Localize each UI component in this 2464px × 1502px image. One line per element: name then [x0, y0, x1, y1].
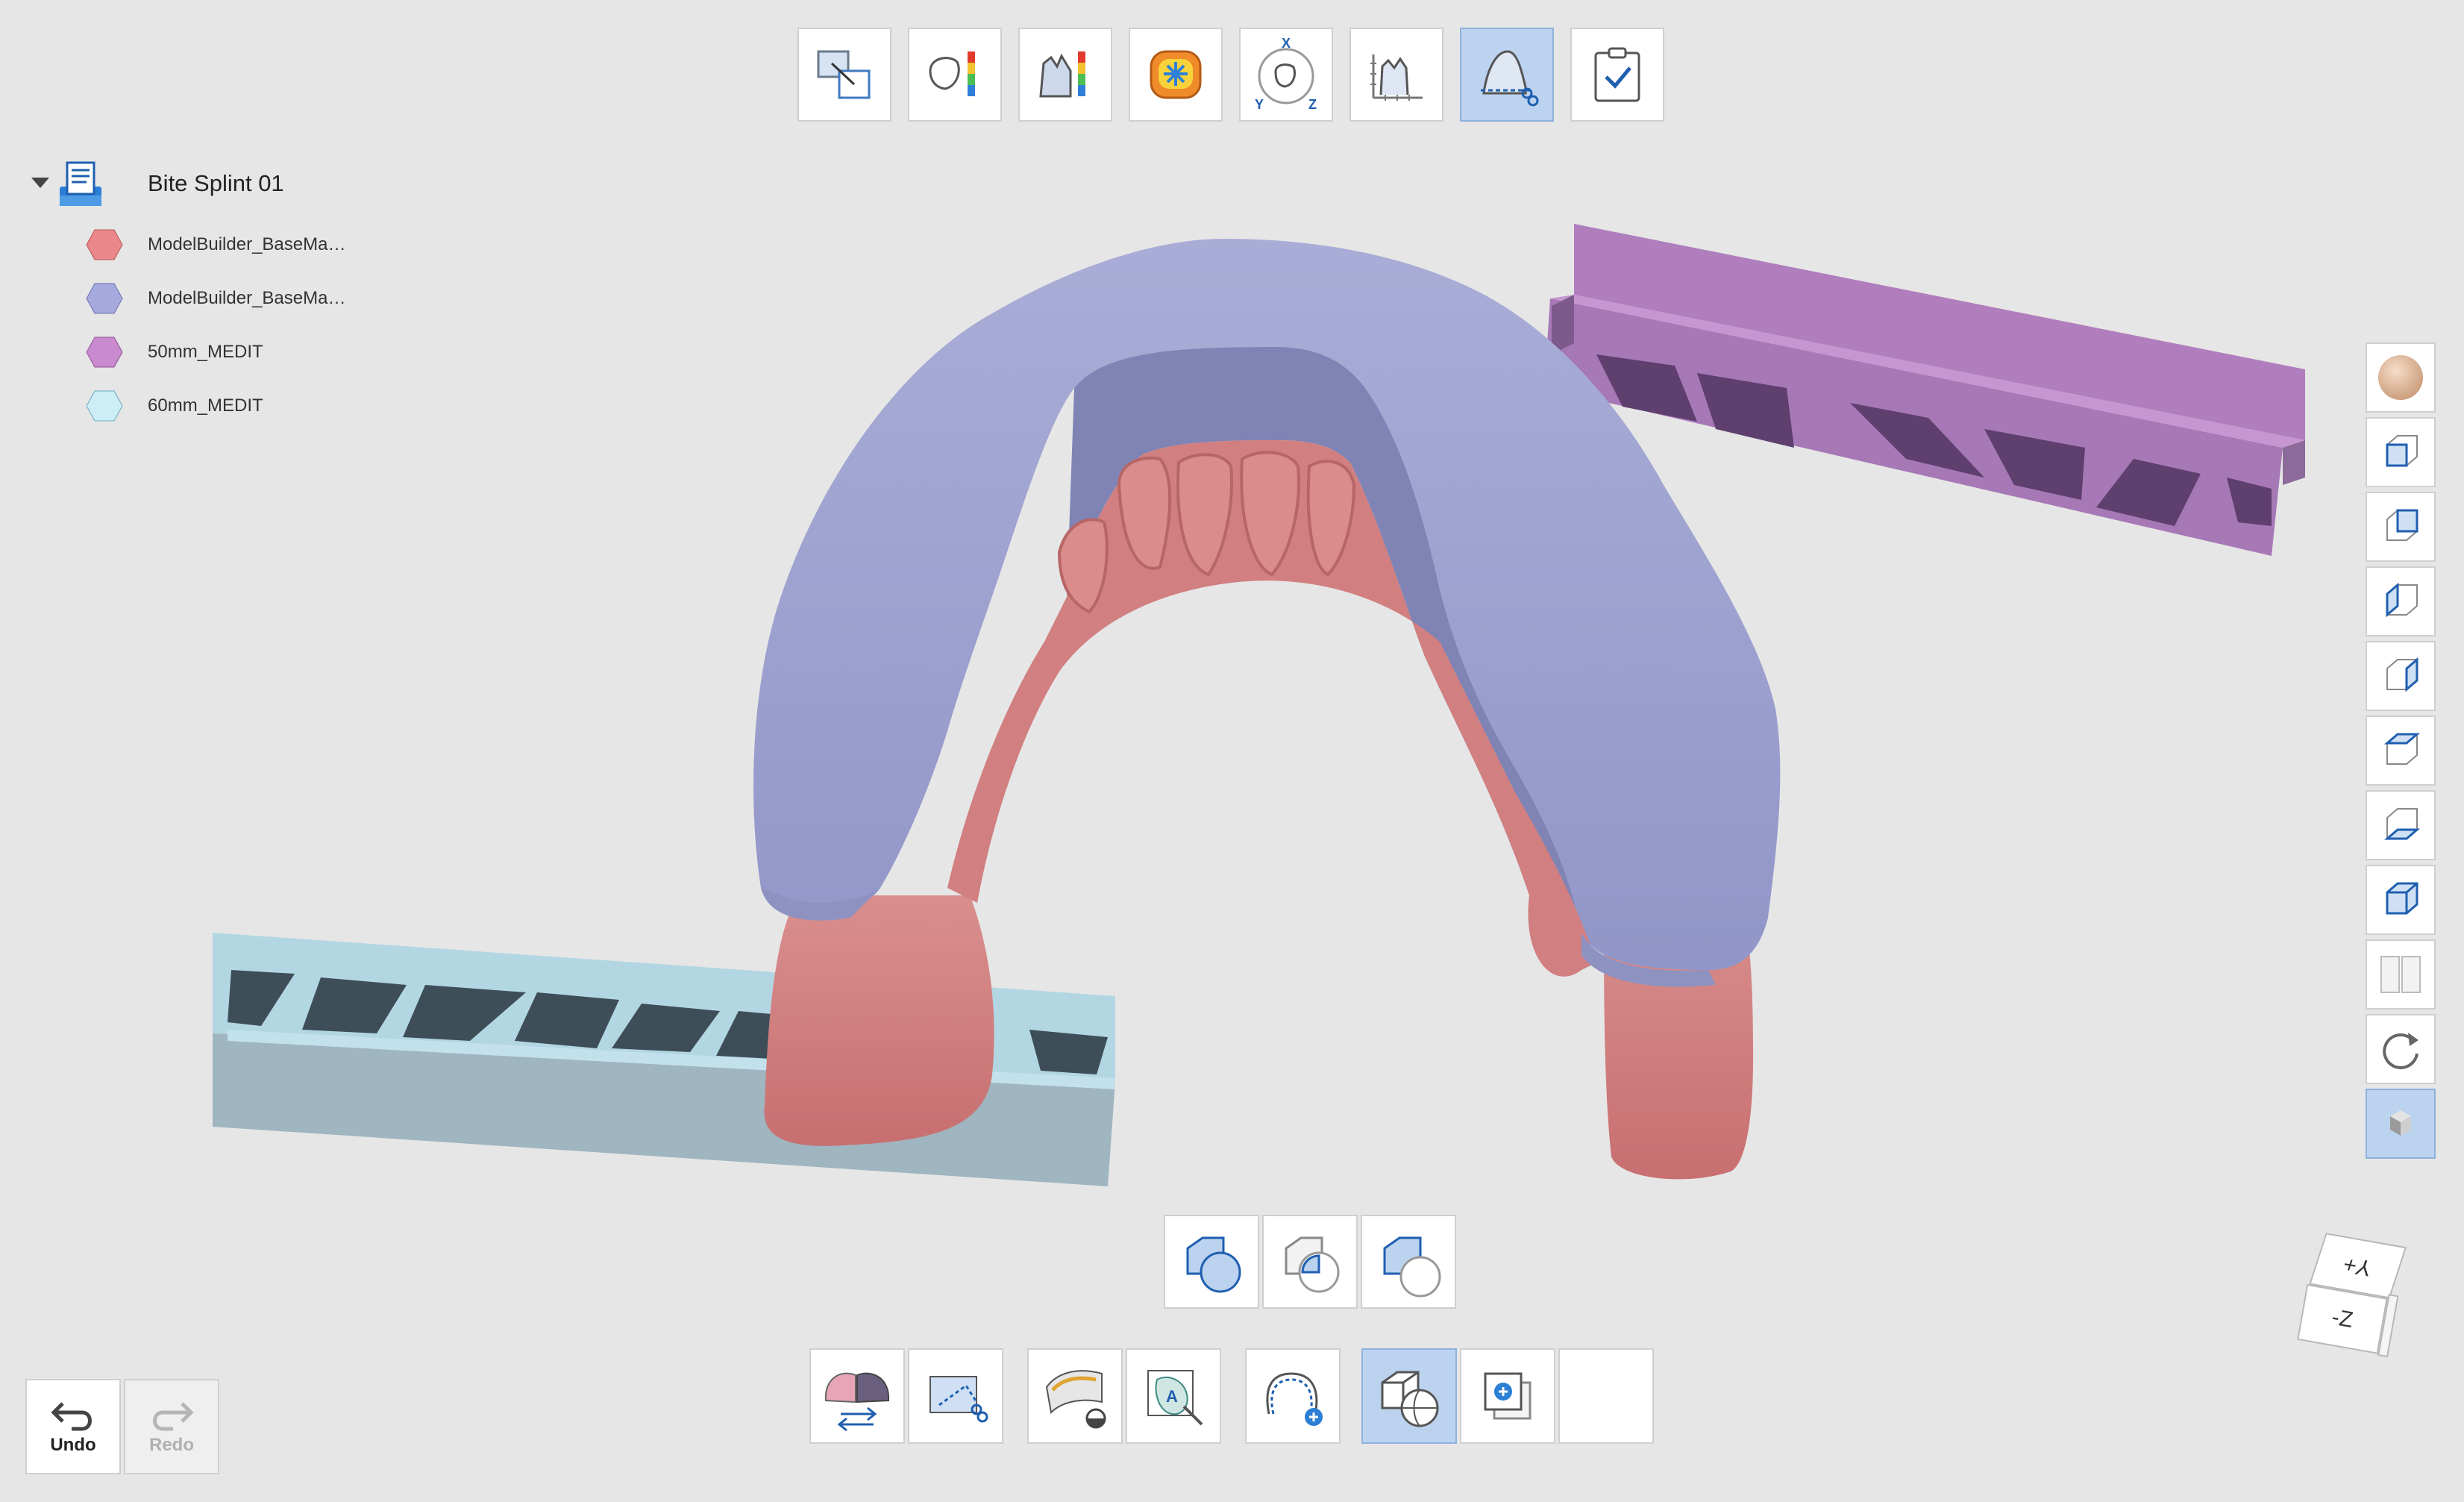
- tool-checklist[interactable]: [1570, 28, 1664, 122]
- reset-view-button[interactable]: [2366, 1014, 2436, 1084]
- hexagon-color-icon[interactable]: [85, 389, 124, 422]
- union-icon: [1186, 1236, 1241, 1293]
- box-view-button[interactable]: [2366, 1089, 2436, 1159]
- tool-occlusion-map[interactable]: [1129, 28, 1223, 122]
- case-icon: [60, 161, 101, 206]
- occlusion-map-icon: [1150, 50, 1202, 99]
- boolean-button[interactable]: [1361, 1348, 1457, 1444]
- add-object-button[interactable]: [1460, 1348, 1555, 1444]
- tool-trim[interactable]: [1460, 28, 1554, 122]
- orientation-cube[interactable]: Y+ -Z: [2295, 1231, 2412, 1365]
- tree-root-label[interactable]: Bite Splint 01: [148, 170, 284, 197]
- right-view-icon: [2386, 657, 2418, 692]
- right-view-button[interactable]: [2366, 641, 2436, 711]
- tree-collapse-toggle[interactable]: [31, 178, 49, 188]
- thickness-map-icon: [929, 51, 975, 96]
- measure-icon: [1370, 54, 1423, 101]
- undo-icon: [51, 1402, 92, 1431]
- box-view-icon: [2390, 1110, 2411, 1136]
- subtract-button[interactable]: [1262, 1215, 1358, 1309]
- cube-top-label: Y+: [2339, 1251, 2376, 1280]
- intersect-icon: [1383, 1236, 1441, 1298]
- tool-rotate-axis[interactable]: X Y Z: [1239, 28, 1333, 122]
- region-trim-button[interactable]: [908, 1348, 1003, 1444]
- front-view-button[interactable]: [2366, 417, 2436, 487]
- svg-text:Z: Z: [1308, 97, 1317, 112]
- rotate-axis-icon: X Y Z: [1255, 37, 1317, 112]
- tree-item-label[interactable]: 60mm_MEDIT: [148, 395, 263, 416]
- material-icon: [2378, 355, 2423, 400]
- svg-text:X: X: [1282, 37, 1291, 51]
- redo-button[interactable]: Redo: [124, 1379, 219, 1474]
- hexagon-color-icon[interactable]: [85, 282, 124, 315]
- front-view-icon: [2386, 435, 2418, 467]
- svg-text:A: A: [1166, 1387, 1178, 1406]
- tree-item-label[interactable]: 50mm_MEDIT: [148, 342, 263, 363]
- section-map-icon: [1039, 51, 1085, 98]
- tree-item-label[interactable]: ModelBuilder_BaseMa…: [148, 288, 345, 309]
- empty-slot: [1558, 1348, 1654, 1444]
- add-object-icon: [1484, 1372, 1532, 1420]
- bottom-view-button[interactable]: [2366, 790, 2436, 860]
- swap-model-button[interactable]: [809, 1348, 905, 1444]
- iso-view-button[interactable]: [2366, 865, 2436, 935]
- boolean-icon: [1381, 1371, 1439, 1427]
- split-view-button[interactable]: [2366, 939, 2436, 1010]
- label-text-button[interactable]: A: [1126, 1348, 1221, 1444]
- region-trim-icon: [930, 1376, 988, 1423]
- subtract-icon: [1285, 1236, 1340, 1293]
- hexagon-color-icon[interactable]: [85, 336, 124, 369]
- bottom-view-icon: [2383, 808, 2421, 840]
- left-view-button[interactable]: [2366, 566, 2436, 636]
- undo-button[interactable]: Undo: [25, 1379, 121, 1474]
- redo-icon: [153, 1402, 194, 1431]
- back-view-button[interactable]: [2366, 492, 2436, 562]
- offset-surface-button[interactable]: [1027, 1348, 1123, 1444]
- lower-model-left: [764, 895, 994, 1146]
- add-margin-icon: [1266, 1372, 1323, 1426]
- label-text-icon: A: [1147, 1370, 1203, 1426]
- union-button[interactable]: [1164, 1215, 1259, 1309]
- intersect-button[interactable]: [1361, 1215, 1456, 1309]
- iso-view-icon: [2386, 882, 2418, 915]
- left-view-icon: [2386, 582, 2418, 618]
- split-view-icon: [2380, 956, 2421, 993]
- offset-surface-icon: [1045, 1370, 1106, 1429]
- material-button[interactable]: [2366, 342, 2436, 413]
- tool-thickness-map[interactable]: [908, 28, 1002, 122]
- tool-section-map[interactable]: [1018, 28, 1112, 122]
- reset-view-icon: [2383, 1033, 2418, 1069]
- top-view-icon: [2383, 733, 2421, 765]
- cube-front-label: -Z: [2330, 1304, 2355, 1333]
- tool-measure[interactable]: [1349, 28, 1443, 122]
- svg-text:Y: Y: [1255, 97, 1264, 112]
- hexagon-color-icon[interactable]: [85, 228, 124, 261]
- swap-model-icon: [824, 1372, 890, 1432]
- redo-label: Redo: [149, 1435, 194, 1455]
- checklist-icon: [1594, 47, 1640, 102]
- undo-label: Undo: [50, 1435, 96, 1455]
- tree-item-label[interactable]: ModelBuilder_BaseMa…: [148, 234, 345, 255]
- transform-icon: [817, 50, 871, 99]
- trim-icon: [1481, 50, 1539, 107]
- add-margin-button[interactable]: [1245, 1348, 1341, 1444]
- top-view-button[interactable]: [2366, 716, 2436, 786]
- tool-transform[interactable]: [797, 28, 891, 122]
- back-view-icon: [2386, 509, 2418, 541]
